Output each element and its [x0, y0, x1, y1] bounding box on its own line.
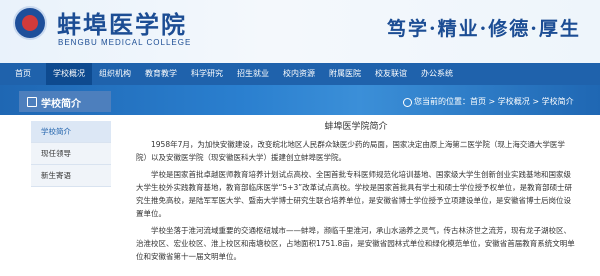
- breadcrumb[interactable]: 您当前的位置：首页 > 学校概况 > 学校简介: [414, 96, 574, 107]
- sidebar-title: 学校简介: [41, 99, 81, 110]
- nav-item-office-system[interactable]: 办公系统: [414, 63, 460, 85]
- article-title: 蚌埠医学院简介: [324, 122, 388, 132]
- nav-item-teaching[interactable]: 教育教学: [138, 63, 184, 85]
- school-logo[interactable]: [13, 6, 47, 40]
- nav-item-organization[interactable]: 组织机构: [92, 63, 138, 85]
- sidebar-menu: 学校简介 现任领导 新生寄语: [31, 121, 111, 187]
- nav-item-research[interactable]: 科学研究: [184, 63, 230, 85]
- nav-item-alumni[interactable]: 校友联谊: [368, 63, 414, 85]
- school-name-english: BENGBU MEDICAL COLLEGE: [58, 38, 192, 47]
- nav-item-home[interactable]: 首页: [0, 63, 46, 85]
- section-icon: [27, 97, 37, 107]
- location-icon: [403, 98, 412, 107]
- sidebar-item-school-intro[interactable]: 学校简介: [31, 121, 111, 143]
- main-nav: 首页 学校概况 组织机构 教育教学 科学研究 招生就业 校内资源 附属医院 校友…: [0, 63, 600, 85]
- article-paragraph: 1958年7月，为加快安徽建设，改变皖北地区人民群众缺医少药的局面，国家决定由原…: [136, 140, 565, 162]
- article-content: 蚌埠医学院简介 1958年7月，为加快安徽建设，改变皖北地区人民群众缺医少药的局…: [136, 118, 576, 267]
- sidebar-item-freshman-message[interactable]: 新生寄语: [31, 165, 111, 187]
- sidebar-item-leadership[interactable]: 现任领导: [31, 143, 111, 165]
- school-motto: 笃学·精业·修德·厚生: [387, 18, 581, 40]
- nav-item-hospitals[interactable]: 附属医院: [322, 63, 368, 85]
- nav-item-admissions[interactable]: 招生就业: [230, 63, 276, 85]
- nav-item-overview[interactable]: 学校概况: [46, 63, 92, 85]
- site-header: 蚌埠医学院 BENGBU MEDICAL COLLEGE 笃学·精业·修德·厚生: [0, 0, 600, 63]
- article-paragraph: 学校是国家首批卓越医师教育培养计划试点高校、全国首批专科医师规范化培训基地、国家…: [136, 170, 573, 218]
- nav-item-campus-resources[interactable]: 校内资源: [276, 63, 322, 85]
- school-name: 蚌埠医学院: [57, 10, 187, 39]
- article-paragraph: 学校坐落于淮河流域重要的交通枢纽城市——蚌埠，濒临千里淮河，承山水涵养之灵气，传…: [136, 226, 575, 261]
